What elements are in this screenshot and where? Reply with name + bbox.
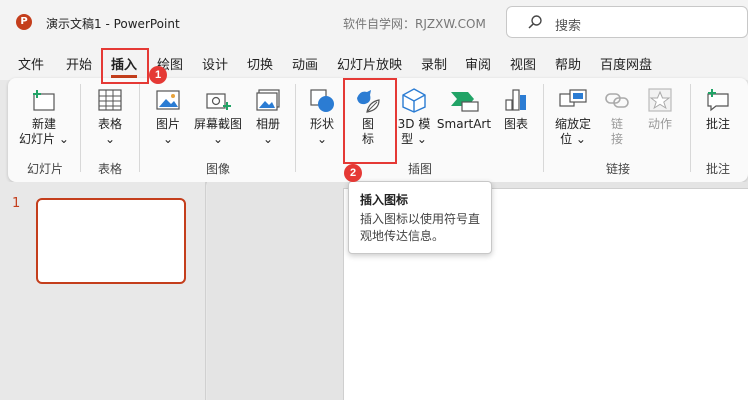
zoom-label-1: 缩放定 <box>554 117 591 131</box>
zoom-label-2: 位 ⌄ <box>560 132 586 146</box>
ribbon-panel: 新建 幻灯片 ⌄ 幻灯片 表格 ⌄ 表格 图片 ⌄ 屏幕截图 ⌄ 相册 ⌄ 图像… <box>8 78 748 182</box>
search-placeholder: 搜索 <box>555 19 582 34</box>
zoom-icon <box>559 89 587 107</box>
tab-transitions[interactable]: 切换 <box>247 54 273 73</box>
picture-button[interactable]: 图片 ⌄ <box>146 86 190 147</box>
site-watermark: 软件自学网：RJZXW.COM <box>343 17 486 31</box>
comment-label: 批注 <box>705 117 730 131</box>
action-button[interactable]: 动作 <box>640 86 680 132</box>
slide-number: 1 <box>12 196 21 211</box>
photo-album-button[interactable]: 相册 ⌄ <box>246 86 290 147</box>
table-icon <box>98 89 122 111</box>
group-label-comments: 批注 <box>705 162 730 176</box>
link-label-1: 链 <box>610 117 623 131</box>
table-button[interactable]: 表格 ⌄ <box>88 86 132 147</box>
3d-model-label-2: 型 ⌄ <box>401 132 427 146</box>
screenshot-button[interactable]: 屏幕截图 ⌄ <box>192 86 244 147</box>
tab-insert[interactable]: 插入 <box>111 54 138 78</box>
group-divider <box>295 84 296 172</box>
chevron-down-icon: ⌄ <box>58 132 69 146</box>
picture-label: 图片 <box>155 117 180 131</box>
tab-record[interactable]: 录制 <box>421 54 447 73</box>
new-slide-label-2: 幻灯片 <box>19 132 56 146</box>
comment-icon <box>707 89 729 112</box>
shapes-button[interactable]: 形状 ⌄ <box>302 86 342 147</box>
action-label: 动作 <box>647 117 672 131</box>
group-divider <box>543 84 544 172</box>
new-slide-icon <box>33 90 55 111</box>
chevron-down-icon: ⌄ <box>212 132 224 146</box>
shapes-icon <box>310 89 334 112</box>
icons-label-1: 图 <box>361 117 374 131</box>
action-star-icon <box>648 88 672 112</box>
comment-button[interactable]: 批注 <box>698 86 738 132</box>
chart-button[interactable]: 图表 <box>496 86 536 132</box>
3d-model-button[interactable]: 3D 模 型 ⌄ <box>394 86 434 147</box>
search-icon <box>528 15 542 29</box>
tab-animations[interactable]: 动画 <box>292 54 318 73</box>
new-slide-label-1: 新建 <box>31 117 56 131</box>
zoom-button[interactable]: 缩放定 位 ⌄ <box>550 86 596 147</box>
3d-model-label-1: 3D 模 <box>397 117 431 131</box>
tab-review[interactable]: 审阅 <box>465 54 491 73</box>
group-label-slides: 幻灯片 <box>26 162 63 176</box>
group-label-images: 图像 <box>205 162 230 176</box>
search-input[interactable]: 搜索 <box>506 6 748 38</box>
tab-slideshow[interactable]: 幻灯片放映 <box>337 54 402 73</box>
group-divider <box>690 84 691 172</box>
group-label-illustrations: 插图 <box>407 162 432 176</box>
screenshot-icon <box>206 93 231 110</box>
icons-label-2: 标 <box>361 132 374 146</box>
screenshot-label: 屏幕截图 <box>193 117 242 131</box>
new-slide-button[interactable]: 新建 幻灯片 ⌄ <box>16 86 72 147</box>
3d-cube-icon <box>402 88 426 113</box>
title-bar: P 演示文稿1 - PowerPoint 软件自学网：RJZXW.COM 搜索 <box>0 0 748 46</box>
icons-insert-icon <box>357 90 380 113</box>
smartart-button[interactable]: SmartArt <box>436 86 492 132</box>
step-badge-1: 1 <box>149 66 167 84</box>
link-button[interactable]: 链 接 <box>600 86 634 147</box>
ribbon-tabs: 文件 开始 插入 绘图 设计 切换 动画 幻灯片放映 录制 审阅 视图 帮助 百… <box>0 46 748 80</box>
document-title: 演示文稿1 - PowerPoint <box>46 17 180 31</box>
tooltip-title: 插入图标 <box>360 193 409 207</box>
smartart-icon <box>451 92 479 112</box>
slide-thumbnail-pane: 1 <box>0 182 206 400</box>
chevron-down-icon: ⌄ <box>162 132 174 146</box>
slide-thumbnail[interactable] <box>36 198 186 284</box>
chevron-down-icon: ⌄ <box>104 132 116 146</box>
step-badge-2: 2 <box>344 164 362 182</box>
icons-button[interactable]: 图 标 <box>348 86 388 147</box>
group-divider <box>80 84 81 172</box>
picture-icon <box>156 90 180 110</box>
powerpoint-logo-icon: P <box>16 14 32 30</box>
group-label-links: 链接 <box>605 162 630 176</box>
chevron-down-icon: ⌄ <box>316 132 328 146</box>
table-label: 表格 <box>97 117 122 131</box>
photo-album-icon <box>256 89 280 111</box>
link-label-2: 接 <box>610 132 623 146</box>
tab-view[interactable]: 视图 <box>510 54 536 73</box>
tab-file[interactable]: 文件 <box>18 54 44 73</box>
group-divider <box>139 84 140 172</box>
chart-label: 图表 <box>503 117 528 131</box>
chart-icon <box>505 89 526 111</box>
tab-design[interactable]: 设计 <box>202 54 228 73</box>
link-icon <box>605 93 629 108</box>
smartart-label: SmartArt <box>436 117 492 131</box>
tab-home[interactable]: 开始 <box>66 54 92 73</box>
shapes-label: 形状 <box>309 117 334 131</box>
tab-baidu-netdisk[interactable]: 百度网盘 <box>600 54 652 73</box>
chevron-down-icon: ⌄ <box>262 132 274 146</box>
tooltip-body: 插入图标以使用符号直观地传达信息。 <box>360 212 481 243</box>
photo-album-label: 相册 <box>255 117 280 131</box>
tab-help[interactable]: 帮助 <box>555 54 581 73</box>
group-label-tables: 表格 <box>97 162 122 176</box>
icons-tooltip: 插入图标 插入图标以使用符号直观地传达信息。 <box>348 181 492 254</box>
